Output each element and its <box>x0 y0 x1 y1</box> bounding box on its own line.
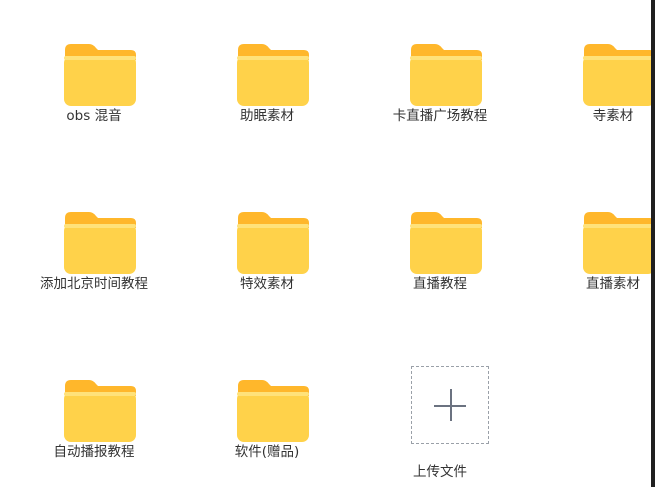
folder-icon <box>237 380 309 442</box>
folder-icon <box>64 380 136 442</box>
folder-label: obs 混音 <box>66 108 122 124</box>
folder-icon <box>410 44 482 106</box>
folder-icon <box>583 212 655 274</box>
folder-item-obs-mix[interactable]: obs 混音 <box>4 10 184 150</box>
folder-label: 自动播报教程 <box>53 444 135 460</box>
folder-item-live-tutorial[interactable]: 直播教程 <box>350 178 530 318</box>
folder-item-software-gift[interactable]: 软件(赠品) <box>177 346 357 486</box>
folder-item-temple-material[interactable]: 寺素材 <box>523 10 655 150</box>
upload-button[interactable] <box>411 366 489 444</box>
folder-item-beijing-time-tutorial[interactable]: 添加北京时间教程 <box>4 178 184 318</box>
folder-label: 卡直播广场教程 <box>392 108 488 124</box>
file-grid: obs 混音 助眠素材 卡直播广场教程 寺素材 添加北京时间教程 特效素材 直播… <box>0 0 655 487</box>
folder-label: 直播教程 <box>413 276 467 292</box>
folder-item-effects-material[interactable]: 特效素材 <box>177 178 357 318</box>
folder-label: 直播素材 <box>586 276 640 292</box>
folder-label: 助眠素材 <box>240 108 294 124</box>
folder-label: 软件(赠品) <box>234 444 300 460</box>
folder-item-sleep-aid[interactable]: 助眠素材 <box>177 10 357 150</box>
folder-item-auto-broadcast-tutorial[interactable]: 自动播报教程 <box>4 346 184 486</box>
folder-label: 特效素材 <box>240 276 294 292</box>
folder-icon <box>237 212 309 274</box>
folder-icon <box>64 44 136 106</box>
window-edge <box>651 0 655 487</box>
folder-item-live-material[interactable]: 直播素材 <box>523 178 655 318</box>
folder-icon <box>64 212 136 274</box>
upload-label: 上传文件 <box>413 464 467 480</box>
folder-label: 寺素材 <box>592 108 634 124</box>
folder-item-live-square-tutorial[interactable]: 卡直播广场教程 <box>350 10 530 150</box>
folder-icon <box>583 44 655 106</box>
folder-icon <box>410 212 482 274</box>
folder-icon <box>237 44 309 106</box>
folder-label: 添加北京时间教程 <box>40 276 148 292</box>
upload-file-tile[interactable]: 上传文件 <box>350 336 530 480</box>
